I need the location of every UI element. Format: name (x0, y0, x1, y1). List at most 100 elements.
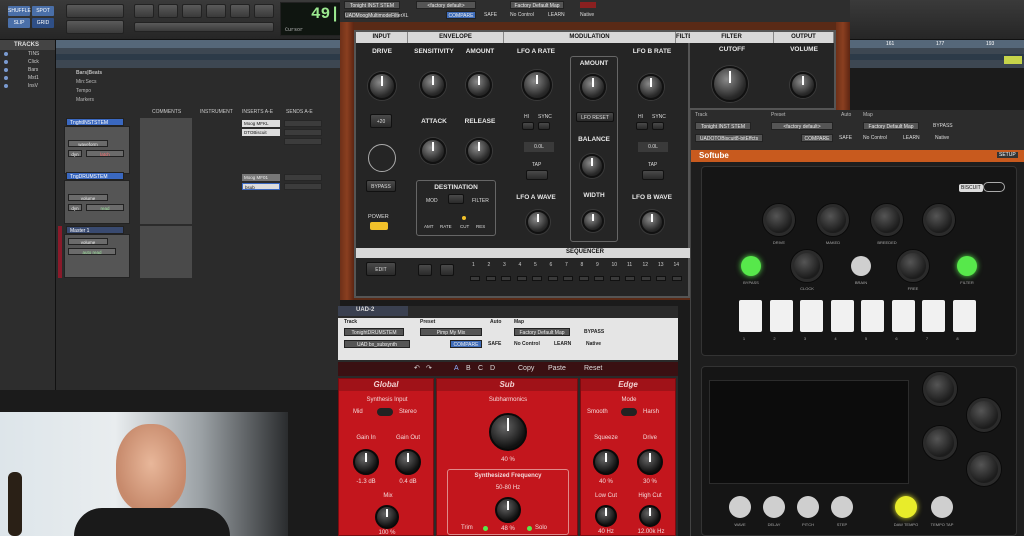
mod-amount-knob[interactable] (580, 74, 606, 100)
sequencer-step-button[interactable] (640, 276, 651, 281)
map-selector[interactable]: Factory Default Map (863, 122, 919, 130)
slip-mode-button[interactable]: SLIP (8, 18, 30, 28)
preset-selector[interactable]: Pimp My Mix (420, 328, 482, 336)
round-knob[interactable] (923, 204, 955, 236)
breeded-knob[interactable] (871, 204, 903, 236)
lfo-a-tap-button[interactable] (526, 170, 548, 180)
uad-tab[interactable]: UAD-2 (338, 306, 408, 316)
sequencer-step-button[interactable] (609, 276, 620, 281)
safe-label[interactable]: SAFE (488, 341, 501, 347)
lfo-b-rate-knob[interactable] (638, 74, 664, 100)
sequencer-step-button[interactable] (470, 276, 480, 281)
destination-toggle[interactable] (448, 194, 464, 204)
selector-tool-button[interactable] (158, 4, 178, 18)
compare-button[interactable]: COMPARE (450, 340, 482, 348)
preset-d-button[interactable]: D (490, 365, 495, 372)
track-name[interactable]: TngDRUMSTEM (66, 172, 124, 180)
zoom-button[interactable] (66, 4, 124, 18)
native-label[interactable]: Native (586, 341, 601, 347)
gain-in-knob[interactable] (353, 449, 379, 475)
free-knob[interactable] (897, 250, 929, 282)
squeeze-knob[interactable] (593, 449, 619, 475)
plus20-button[interactable]: +20 (370, 114, 392, 128)
step-pad[interactable] (739, 300, 762, 332)
sequencer-step-button[interactable] (485, 276, 496, 281)
insert-selector[interactable]: UADOTOBiscuit8-bitEffcts (695, 134, 763, 142)
track-list-item[interactable]: InsV (0, 82, 55, 90)
lower-knob[interactable] (923, 372, 957, 406)
width-knob[interactable] (582, 210, 604, 232)
synth-freq-knob[interactable] (495, 497, 521, 523)
learn-button[interactable]: LEARN (903, 135, 920, 141)
trim-tool-button[interactable] (134, 4, 154, 18)
envelope-amount-knob[interactable] (466, 72, 492, 98)
no-control-label[interactable]: No Control (510, 12, 534, 18)
marker[interactable] (1004, 56, 1022, 64)
grabber-tool-button[interactable] (182, 4, 202, 18)
setup-button[interactable]: SETUP (997, 152, 1018, 158)
lfo-b-sync-button[interactable] (652, 122, 664, 130)
sequencer-step-button[interactable] (547, 276, 558, 281)
zoom-button[interactable] (66, 20, 124, 34)
learn-button[interactable]: LEARN (548, 12, 565, 18)
no-control-label[interactable]: No Control (863, 135, 887, 141)
track-name[interactable]: Master 1 (66, 226, 124, 234)
sequencer-step-button[interactable] (625, 276, 635, 281)
step-pad[interactable] (861, 300, 884, 332)
safe-label[interactable]: SAFE (484, 12, 497, 18)
bypass-button[interactable]: BYPASS (933, 123, 953, 129)
lfo-a-rate-knob[interactable] (522, 70, 552, 100)
insert-selector[interactable]: UADMoogMultimodeFilterXL (344, 11, 408, 19)
send-slot[interactable] (284, 138, 322, 145)
drive-knob[interactable] (368, 72, 396, 100)
maked-knob[interactable] (817, 204, 849, 236)
automation-mode-selector[interactable]: read (86, 204, 124, 211)
track-selector[interactable]: Tonight INST STEM (695, 122, 751, 130)
brain-button[interactable] (851, 256, 871, 276)
attack-knob[interactable] (420, 138, 446, 164)
dyn-button[interactable]: dyn (68, 150, 82, 157)
edit-button[interactable]: EDIT (366, 262, 396, 276)
insert-selector[interactable]: UAD bx_subsynth (344, 340, 410, 348)
lfo-b-tap-button[interactable] (642, 170, 664, 180)
mix-knob[interactable] (375, 505, 399, 529)
drive-knob[interactable] (763, 204, 795, 236)
smart-tool-button[interactable] (254, 4, 274, 18)
send-slot[interactable] (284, 174, 322, 181)
insert-slot[interactable]: bsub (242, 183, 280, 190)
insert-slot[interactable]: Moog MF01 (242, 174, 280, 181)
step-pad[interactable] (769, 300, 793, 332)
undo-icon[interactable]: ↶ (414, 364, 420, 372)
volume-knob[interactable] (790, 72, 816, 98)
lfo-a-wave-knob[interactable] (526, 210, 550, 234)
subharmonics-knob[interactable] (489, 413, 527, 451)
sequencer-step-button[interactable] (656, 276, 666, 281)
high-cut-knob[interactable] (639, 505, 661, 527)
preset-a-button[interactable]: A (454, 365, 459, 372)
copy-button[interactable]: Copy (518, 365, 534, 372)
track-list-item[interactable]: Click (0, 58, 55, 66)
track-list-item[interactable]: Mst1 (0, 74, 55, 82)
byp-button[interactable] (440, 264, 454, 276)
insert-slot[interactable]: DTOBiscuit (242, 129, 280, 136)
pencil-tool-button[interactable] (230, 4, 250, 18)
step-pad[interactable] (800, 300, 823, 332)
automation-mode-selector[interactable]: latch (86, 150, 124, 157)
learn-button[interactable]: LEARN (554, 341, 571, 347)
lfo-a-hi-button[interactable] (522, 122, 534, 130)
balance-knob[interactable] (580, 154, 604, 178)
wave-button[interactable] (729, 496, 751, 518)
release-knob[interactable] (466, 138, 492, 164)
no-control-label[interactable]: No Control (514, 341, 540, 347)
preset-c-button[interactable]: C (478, 365, 483, 372)
lower-knob[interactable] (967, 398, 1001, 432)
preset-b-button[interactable]: B (466, 365, 471, 372)
step-button[interactable] (831, 496, 853, 518)
paste-button[interactable]: Paste (548, 365, 566, 372)
tool-button[interactable] (134, 22, 274, 32)
send-slot[interactable] (284, 120, 322, 127)
track-list-item[interactable]: TINS (0, 50, 55, 58)
smooth-harsh-toggle[interactable] (621, 408, 637, 416)
step-pad[interactable] (922, 300, 945, 332)
step-pad[interactable] (952, 300, 976, 332)
